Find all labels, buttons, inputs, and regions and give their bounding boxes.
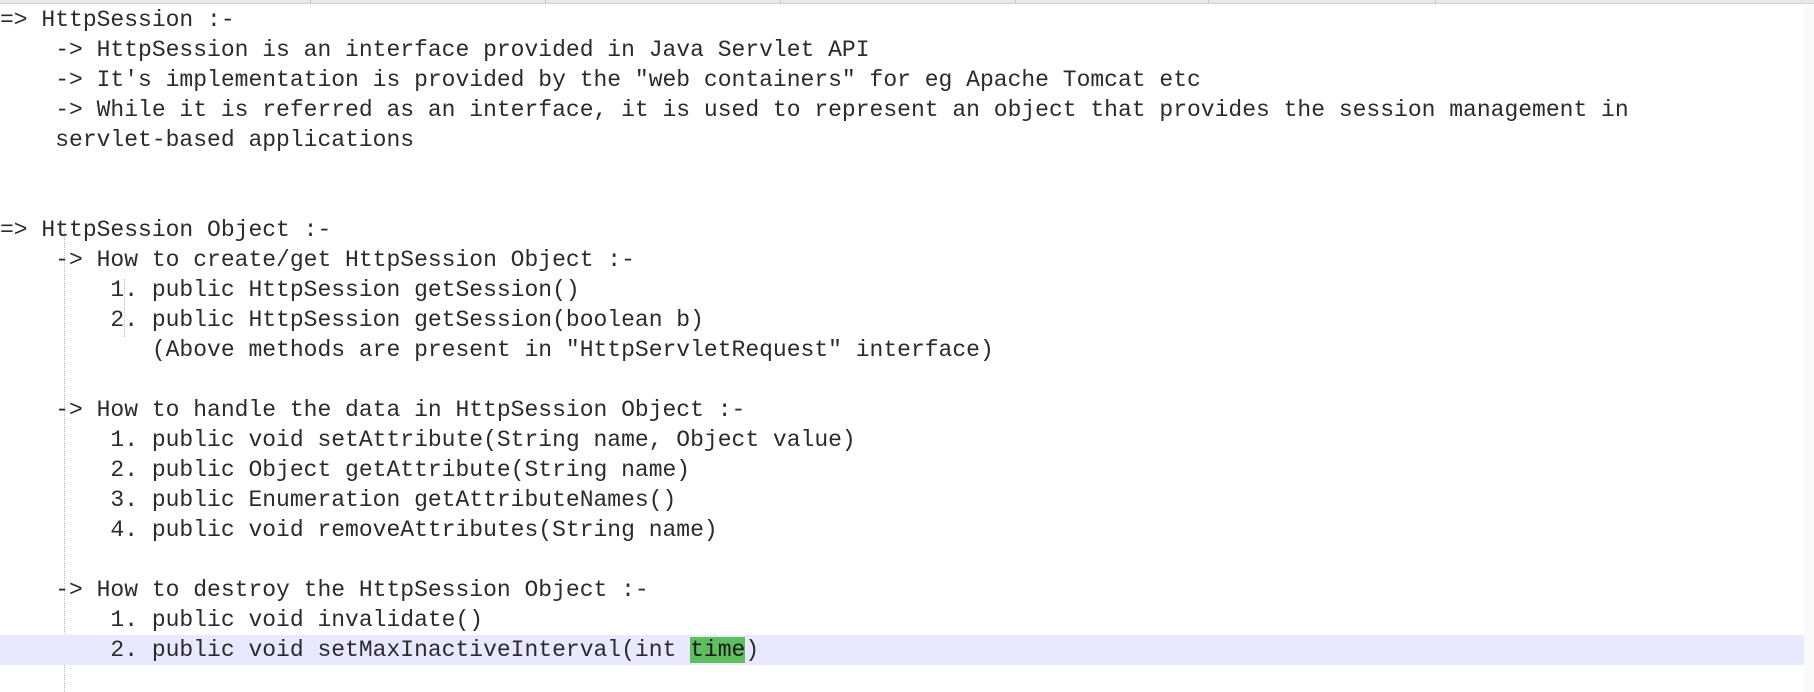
- code-line: (Above methods are present in "HttpServl…: [0, 337, 994, 363]
- selected-text[interactable]: time: [690, 637, 746, 663]
- current-line-text: 2. public void setMaxInactiveInterval(in…: [0, 637, 691, 663]
- code-line: -> How to handle the data in HttpSession…: [0, 397, 746, 423]
- tab-divider: [545, 0, 546, 3]
- code-line: -> How to destroy the HttpSession Object…: [0, 577, 649, 603]
- tab-divider: [310, 0, 311, 3]
- code-line: -> It's implementation is provided by th…: [0, 67, 1201, 93]
- text-editor[interactable]: => HttpSession :- -> HttpSession is an i…: [0, 5, 1814, 692]
- code-line: 2. public Object getAttribute(String nam…: [0, 457, 691, 483]
- tab-strip[interactable]: [0, 0, 1814, 4]
- tab-divider: [1015, 0, 1016, 3]
- code-line: => HttpSession Object :-: [0, 217, 332, 243]
- vertical-scrollbar[interactable]: [1804, 5, 1814, 692]
- tab-divider: [780, 0, 781, 3]
- current-line[interactable]: 2. public void setMaxInactiveInterval(in…: [0, 635, 1814, 665]
- code-line: -> While it is referred as an interface,…: [0, 97, 1629, 123]
- code-line: 3. public Enumeration getAttributeNames(…: [0, 487, 677, 513]
- tab-divider: [1435, 0, 1436, 3]
- code-line: 1. public HttpSession getSession(): [0, 277, 580, 303]
- current-line-text-end: ): [745, 637, 760, 663]
- code-line: 4. public void removeAttributes(String n…: [0, 517, 718, 543]
- code-line: 1. public void invalidate(): [0, 607, 484, 633]
- code-line: -> How to create/get HttpSession Object …: [0, 247, 635, 273]
- code-line: 1. public void setAttribute(String name,…: [0, 427, 856, 453]
- code-line: 2. public HttpSession getSession(boolean…: [0, 307, 704, 333]
- code-line: => HttpSession :-: [0, 7, 235, 33]
- tab-divider: [1208, 0, 1209, 3]
- code-line: -> HttpSession is an interface provided …: [0, 37, 870, 63]
- code-line: servlet-based applications: [0, 127, 415, 153]
